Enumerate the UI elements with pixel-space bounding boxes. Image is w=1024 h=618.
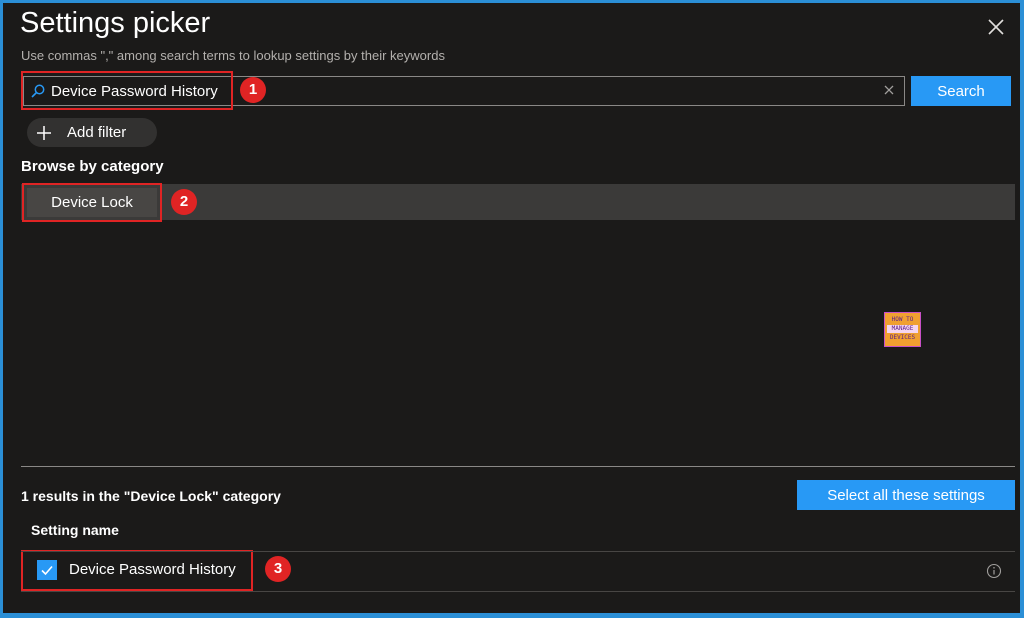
clear-icon[interactable] xyxy=(882,83,896,97)
annotation-badge-1: 1 xyxy=(240,77,266,103)
logo-line-2: MANAGE xyxy=(887,325,918,333)
setting-checkbox[interactable] xyxy=(37,560,57,580)
settings-picker-panel: Settings picker Use commas "," among sea… xyxy=(3,3,1020,613)
logo-line-3: DEVICES xyxy=(889,334,916,341)
column-header-setting-name: Setting name xyxy=(31,522,119,538)
row-divider xyxy=(21,551,1015,552)
annotation-box-category xyxy=(22,183,162,222)
add-filter-button[interactable]: Add filter xyxy=(27,118,157,147)
add-filter-label: Add filter xyxy=(67,124,127,141)
select-all-button[interactable]: Select all these settings xyxy=(797,480,1015,510)
annotation-box-search xyxy=(21,71,233,110)
results-divider xyxy=(21,466,1015,467)
row-divider xyxy=(21,591,1015,592)
annotation-badge-2: 2 xyxy=(171,189,197,215)
how-to-manage-devices-logo: HOW TO MANAGE DEVICES xyxy=(884,312,921,347)
results-summary: 1 results in the "Device Lock" category xyxy=(21,488,281,504)
info-icon[interactable] xyxy=(986,563,1002,579)
logo-line-1: HOW TO xyxy=(891,316,914,323)
checkmark-icon xyxy=(41,565,53,576)
annotation-badge-3: 3 xyxy=(265,556,291,582)
setting-name-label: Device Password History xyxy=(69,561,236,578)
plus-icon xyxy=(37,126,51,140)
close-icon xyxy=(988,19,1004,35)
page-title: Settings picker xyxy=(20,7,211,39)
browse-by-category-label: Browse by category xyxy=(21,158,164,175)
close-button[interactable] xyxy=(985,16,1007,38)
search-button[interactable]: Search xyxy=(911,76,1011,106)
page-subtitle: Use commas "," among search terms to loo… xyxy=(21,48,445,63)
